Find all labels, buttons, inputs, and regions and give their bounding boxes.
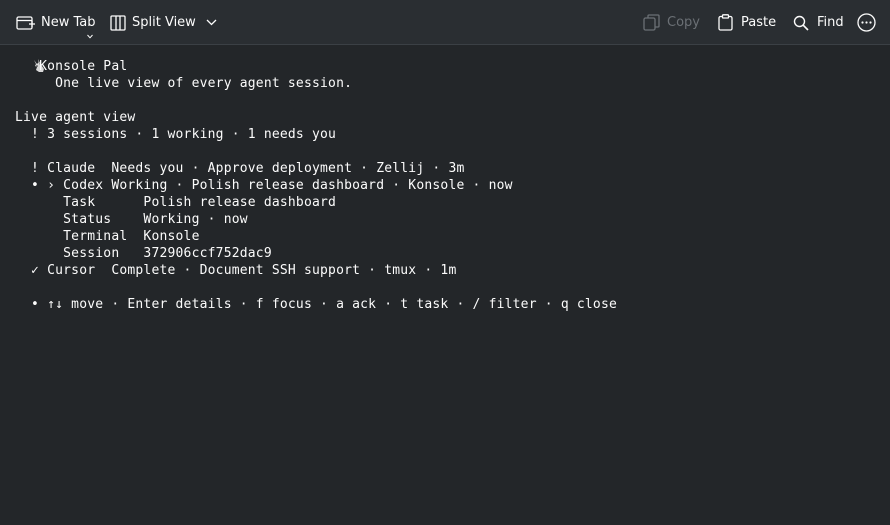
more-options-button[interactable] — [857, 0, 876, 45]
find-button[interactable]: Find — [793, 0, 844, 45]
search-icon — [793, 15, 809, 31]
split-view-label: Split View — [132, 15, 196, 30]
detail-session: Session 372906ccf752dac9 — [15, 246, 272, 261]
find-label: Find — [817, 15, 844, 30]
terminal-output[interactable]: Konsole Pal One live view of every agent… — [0, 46, 890, 525]
session-row-cursor: ✓ Cursor Complete · Document SSH support… — [15, 263, 457, 278]
split-view-button[interactable]: Split View — [110, 0, 217, 45]
key-hints: • ↑↓ move · Enter details · f focus · a … — [15, 297, 617, 312]
new-tab-button[interactable]: New Tab — [16, 0, 96, 45]
detail-task: Task Polish release dashboard — [15, 195, 337, 210]
paste-label: Paste — [741, 15, 777, 30]
banner-title: Konsole Pal — [15, 59, 128, 74]
copy-button[interactable]: Copy — [643, 0, 700, 45]
konsole-window: New Tab Split View Copy Paste Find Konso… — [0, 0, 890, 525]
paste-icon — [718, 14, 733, 31]
session-row-codex: • › Codex Working · Polish release dashb… — [15, 178, 513, 193]
toolbar: New Tab Split View Copy Paste Find — [0, 0, 890, 45]
detail-terminal: Terminal Konsole — [15, 229, 200, 244]
chevron-down-icon[interactable] — [87, 28, 93, 43]
more-options-icon — [857, 13, 876, 32]
new-tab-icon — [16, 15, 35, 31]
session-row-claude: ! Claude Needs you · Approve deployment … — [15, 161, 465, 176]
split-view-icon — [110, 14, 126, 31]
copy-icon — [643, 14, 660, 31]
session-summary: ! 3 sessions · 1 working · 1 needs you — [15, 127, 337, 142]
paste-button[interactable]: Paste — [718, 0, 776, 45]
detail-status: Status Working · now — [15, 212, 248, 227]
chevron-down-icon — [206, 19, 217, 26]
copy-label: Copy — [667, 15, 700, 30]
banner-subtitle: One live view of every agent session. — [15, 76, 353, 91]
section-heading: Live agent view — [15, 110, 136, 125]
